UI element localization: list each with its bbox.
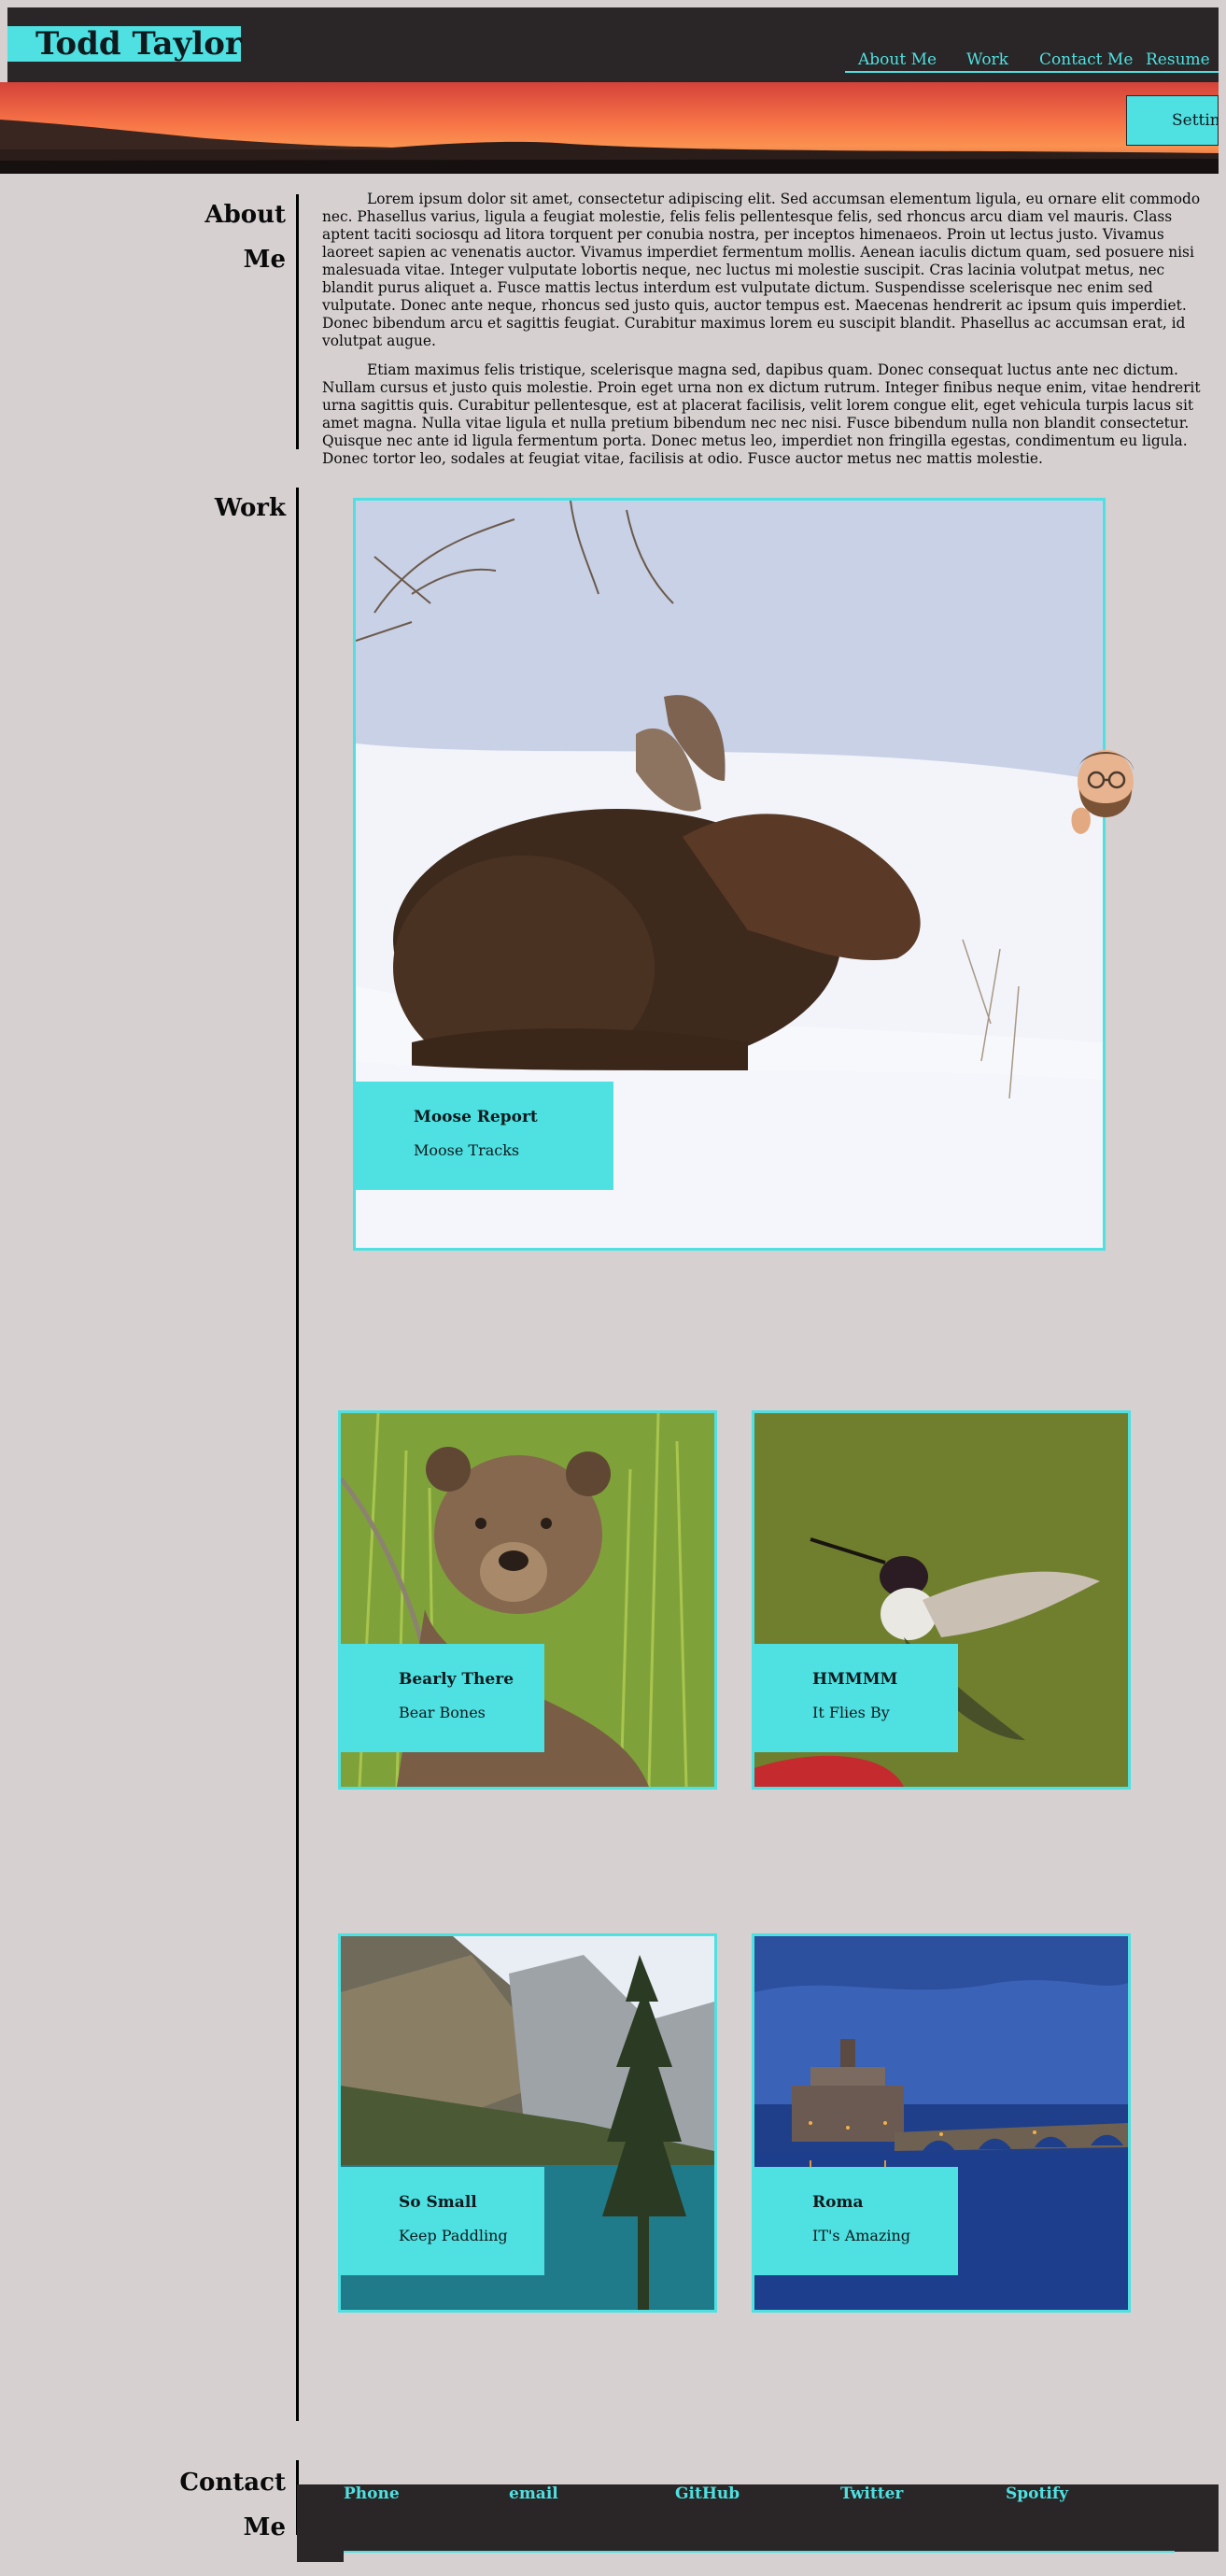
main-nav: About Me Work Contact Me Resume (845, 47, 1219, 73)
work-card-title: Bearly There (399, 1670, 514, 1689)
section-title-contact: Contact Me (179, 2469, 286, 2541)
contact-underline (344, 2551, 1175, 2553)
section-title-work: Work (214, 494, 286, 522)
work-card-title: Roma (812, 2193, 864, 2212)
contact-link-twitter[interactable]: Twitter (840, 2484, 903, 2503)
work-card-caption: So Small Keep Paddling (341, 2167, 544, 2275)
section-title-about: About Me (204, 201, 286, 274)
memoji-avatar-icon[interactable] (1064, 743, 1141, 842)
settings-button[interactable]: Settings (1126, 95, 1219, 146)
work-card-subtitle: IT's Amazing (812, 2227, 911, 2244)
work-card-caption: Bearly There Bear Bones (341, 1644, 544, 1752)
work-card-caption: Moose Report Moose Tracks (356, 1082, 613, 1190)
nav-item-contact-me[interactable]: Contact Me (1039, 50, 1133, 69)
work-card-subtitle: Bear Bones (399, 1704, 486, 1721)
contact-link-github[interactable]: GitHub (675, 2484, 740, 2503)
work-card-subtitle: Moose Tracks (414, 1141, 520, 1159)
brand-name: Todd Taylor (35, 25, 242, 63)
contact-bar-tab (297, 2551, 344, 2562)
contact-link-phone[interactable]: Phone (344, 2484, 400, 2503)
work-card-moose[interactable]: Moose Report Moose Tracks (353, 498, 1106, 1251)
work-card-subtitle: Keep Paddling (399, 2227, 508, 2244)
work-card-caption: HMMMM It Flies By (754, 1644, 958, 1752)
nav-item-work[interactable]: Work (966, 50, 1008, 69)
work-card-bear[interactable]: Bearly There Bear Bones (338, 1410, 717, 1790)
work-card-title: HMMMM (812, 1670, 898, 1689)
contact-link-email[interactable]: email (509, 2484, 558, 2503)
hero-banner (0, 82, 1219, 174)
work-card-title: Moose Report (414, 1108, 538, 1126)
work-card-caption: Roma IT's Amazing (754, 2167, 958, 2275)
work-card-title: So Small (399, 2193, 477, 2212)
work-card-mountain-lake[interactable]: So Small Keep Paddling (338, 1933, 717, 2313)
brand-logo[interactable]: Todd Taylor (7, 25, 242, 63)
about-body: Lorem ipsum dolor sit amet, consectetur … (322, 191, 1214, 479)
about-paragraph-1: Lorem ipsum dolor sit amet, consectetur … (322, 191, 1201, 349)
work-card-roma[interactable]: Roma IT's Amazing (752, 1933, 1131, 2313)
sunset-landscape-image (0, 82, 1219, 174)
contact-bar (297, 2484, 1219, 2552)
work-card-subtitle: It Flies By (812, 1704, 890, 1721)
about-divider (296, 194, 299, 449)
contact-link-spotify[interactable]: Spotify (1006, 2484, 1068, 2503)
nav-item-resume[interactable]: Resume (1146, 50, 1210, 69)
nav-item-about-me[interactable]: About Me (858, 50, 937, 69)
about-paragraph-2: Etiam maximus felis tristique, scelerisq… (322, 361, 1201, 467)
work-divider (296, 488, 299, 2421)
work-card-hummingbird[interactable]: HMMMM It Flies By (752, 1410, 1131, 1790)
